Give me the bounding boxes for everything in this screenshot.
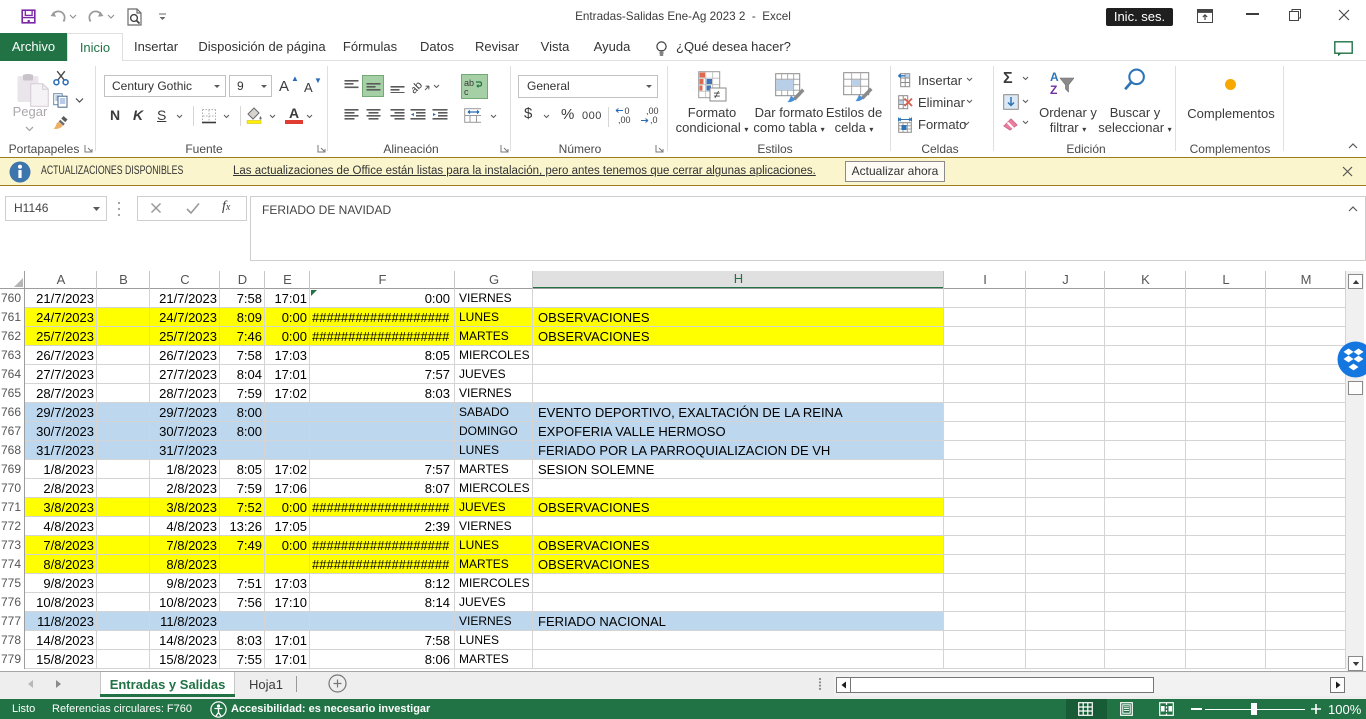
svg-text:ab: ab	[412, 79, 425, 95]
svg-text:,00: ,00	[618, 115, 631, 125]
svg-text:,0: ,0	[650, 115, 658, 125]
svg-text:≠: ≠	[714, 88, 721, 102]
svg-text:c: c	[464, 87, 469, 96]
svg-text:A: A	[1050, 70, 1059, 84]
svg-text:Z: Z	[1050, 83, 1057, 96]
